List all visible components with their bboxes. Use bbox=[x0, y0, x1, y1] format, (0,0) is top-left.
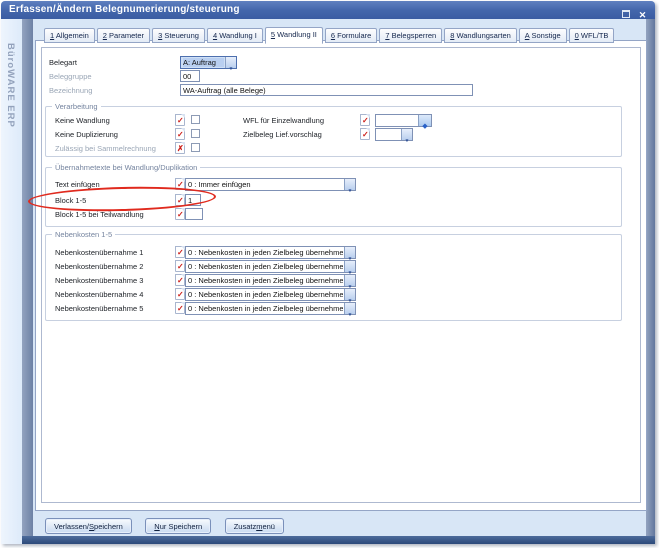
window-title: Erfassen/Ändern Belegnumerierung/steueru… bbox=[9, 4, 240, 15]
right-border-bar bbox=[646, 19, 655, 544]
wfl-einzelwandlung-spinner[interactable]: ◆ bbox=[375, 114, 432, 127]
tab-strip: 1 Allgemein2 Parameter3 Steuerung4 Wandl… bbox=[35, 25, 614, 41]
nebenkosten-1-flag-icon[interactable]: ✓ bbox=[175, 246, 185, 258]
nebenkosten-4-dropdown-button[interactable]: ▼ bbox=[344, 289, 355, 300]
text-einfuegen-select[interactable]: 0 : Immer einfügen ▼ bbox=[185, 178, 356, 191]
keine-duplizierung-label: Keine Duplizierung bbox=[55, 130, 118, 139]
sammelrechnung-flag-icon[interactable]: ✗ bbox=[175, 142, 185, 154]
zielbeleg-dropdown-button[interactable]: ▼ bbox=[401, 129, 412, 140]
keine-wandlung-checkbox[interactable] bbox=[191, 115, 200, 124]
zielbeleg-vorschlag-label: Zielbeleg Lief.vorschlag bbox=[243, 130, 322, 139]
block-1-5-flag-icon[interactable]: ✓ bbox=[175, 194, 185, 206]
keine-duplizierung-checkbox[interactable] bbox=[191, 129, 200, 138]
nebenkosten-2-dropdown-button[interactable]: ▼ bbox=[344, 261, 355, 272]
bottom-border-bar bbox=[22, 536, 655, 544]
tab-allgemein[interactable]: 1 Allgemein bbox=[44, 28, 95, 43]
tab-belegsperren[interactable]: 7 Belegsperren bbox=[379, 28, 442, 43]
restore-icon bbox=[622, 10, 630, 18]
nebenkosten-5-select[interactable]: 0 : Nebenkosten in jeden Zielbeleg übern… bbox=[185, 302, 356, 315]
nebenkosten-3-select[interactable]: 0 : Nebenkosten in jeden Zielbeleg übern… bbox=[185, 274, 356, 287]
app-window: Erfassen/Ändern Belegnumerierung/steueru… bbox=[1, 1, 655, 544]
tab-wfl-tb[interactable]: 0 WFL/TB bbox=[569, 28, 615, 43]
group-nebenkosten: Nebenkosten 1-5 Nebenkostenübernahme 1 ✓… bbox=[45, 234, 622, 321]
group-verarbeitung: Verarbeitung Keine Wandlung ✓ Keine Dupl… bbox=[45, 106, 622, 157]
tab-steuerung[interactable]: 3 Steuerung bbox=[152, 28, 205, 43]
spinner-icon: ◆ bbox=[422, 121, 427, 133]
tab-wandlungsarten[interactable]: 8 Wandlungsarten bbox=[444, 28, 517, 43]
belegart-value: A: Auftrag bbox=[183, 58, 224, 67]
block-1-5-label: Block 1-5 bbox=[55, 196, 86, 205]
restore-button[interactable] bbox=[620, 5, 631, 16]
zielbeleg-vorschlag-flag-icon[interactable]: ✓ bbox=[360, 128, 370, 140]
close-button[interactable]: ✕ bbox=[637, 5, 648, 16]
wfl-einzelwandlung-flag-icon[interactable]: ✓ bbox=[360, 114, 370, 126]
sammelrechnung-label: Zulässig bei Sammelrechnung bbox=[55, 144, 156, 153]
tab-sonstige[interactable]: A Sonstige bbox=[519, 28, 567, 43]
zielbeleg-vorschlag-select[interactable]: ▼ bbox=[375, 128, 413, 141]
nebenkosten-5-flag-icon[interactable]: ✓ bbox=[175, 302, 185, 314]
beleggruppe-label: Beleggruppe bbox=[49, 72, 92, 81]
footer-button-row: Verlassen/Speichern Nur Speichern Zusatz… bbox=[45, 516, 293, 534]
chevron-down-icon: ▼ bbox=[348, 187, 353, 197]
bezeichnung-input[interactable] bbox=[180, 84, 473, 96]
wfl-einzelwandlung-label: WFL für Einzelwandlung bbox=[243, 116, 324, 125]
block-1-5-teilwandlung-flag-icon[interactable]: ✓ bbox=[175, 208, 185, 220]
text-einfuegen-flag-icon[interactable]: ✓ bbox=[175, 178, 185, 190]
nur-speichern-button[interactable]: Nur Speichern bbox=[145, 518, 211, 534]
keine-wandlung-label: Keine Wandlung bbox=[55, 116, 110, 125]
belegart-select[interactable]: A: Auftrag ▼ bbox=[180, 56, 237, 69]
text-einfuegen-dropdown-button[interactable]: ▼ bbox=[344, 179, 355, 190]
verlassen-speichern-button[interactable]: Verlassen/Speichern bbox=[45, 518, 132, 534]
beleggruppe-input[interactable] bbox=[180, 70, 200, 82]
group-nebenkosten-title: Nebenkosten 1-5 bbox=[52, 230, 115, 239]
keine-wandlung-flag-icon[interactable]: ✓ bbox=[175, 114, 185, 126]
nebenkosten-3-label: Nebenkostenübernahme 3 bbox=[55, 276, 143, 285]
left-border-bar bbox=[22, 19, 33, 544]
group-verarbeitung-title: Verarbeitung bbox=[52, 102, 101, 111]
group-uebernahmetexte-title: Übernahmetexte bei Wandlung/Duplikation bbox=[52, 163, 200, 172]
nebenkosten-2-select[interactable]: 0 : Nebenkosten in jeden Zielbeleg übern… bbox=[185, 260, 356, 273]
zusatzmenu-button[interactable]: Zusatzmenü bbox=[225, 518, 284, 534]
nebenkosten-1-dropdown-button[interactable]: ▼ bbox=[344, 247, 355, 258]
nebenkosten-5-dropdown-button[interactable]: ▼ bbox=[344, 303, 355, 314]
tab-parameter[interactable]: 2 Parameter bbox=[97, 28, 150, 43]
keine-duplizierung-flag-icon[interactable]: ✓ bbox=[175, 128, 185, 140]
nebenkosten-4-flag-icon[interactable]: ✓ bbox=[175, 288, 185, 300]
belegart-dropdown-button[interactable]: ▼ bbox=[225, 57, 236, 68]
group-uebernahmetexte: Übernahmetexte bei Wandlung/Duplikation … bbox=[45, 167, 622, 227]
belegart-label: Belegart bbox=[49, 58, 77, 67]
nebenkosten-3-flag-icon[interactable]: ✓ bbox=[175, 274, 185, 286]
chevron-down-icon: ▼ bbox=[229, 65, 234, 75]
tab-wandlung-2[interactable]: 5 Wandlung II bbox=[265, 27, 323, 44]
block-1-5-teilwandlung-label: Block 1-5 bei Teilwandlung bbox=[55, 210, 144, 219]
block-1-5-teilwandlung-input[interactable] bbox=[185, 208, 203, 220]
nebenkosten-4-label: Nebenkostenübernahme 4 bbox=[55, 290, 143, 299]
chevron-down-icon: ▼ bbox=[405, 137, 410, 147]
titlebar: Erfassen/Ändern Belegnumerierung/steueru… bbox=[1, 1, 655, 19]
brand-vertical-label: BüroWARE ERP bbox=[5, 43, 16, 128]
chevron-down-icon: ▼ bbox=[348, 311, 353, 321]
nebenkosten-1-label: Nebenkostenübernahme 1 bbox=[55, 248, 143, 257]
wfl-spinner-button[interactable]: ◆ bbox=[418, 115, 431, 126]
nebenkosten-5-label: Nebenkostenübernahme 5 bbox=[55, 304, 143, 313]
nebenkosten-3-dropdown-button[interactable]: ▼ bbox=[344, 275, 355, 286]
tab-wandlung-1[interactable]: 4 Wandlung I bbox=[207, 28, 263, 43]
block-1-5-input[interactable] bbox=[185, 194, 201, 206]
nebenkosten-4-select[interactable]: 0 : Nebenkosten in jeden Zielbeleg übern… bbox=[185, 288, 356, 301]
tab-formulare[interactable]: 6 Formulare bbox=[325, 28, 377, 43]
bezeichnung-label: Bezeichnung bbox=[49, 86, 92, 95]
sammelrechnung-checkbox[interactable] bbox=[191, 143, 200, 152]
tab-page-wandlung-2: Belegart A: Auftrag ▼ Beleggruppe Bezeic… bbox=[35, 40, 647, 511]
nebenkosten-1-select[interactable]: 0 : Nebenkosten in jeden Zielbeleg übern… bbox=[185, 246, 356, 259]
nebenkosten-2-label: Nebenkostenübernahme 2 bbox=[55, 262, 143, 271]
nebenkosten-2-flag-icon[interactable]: ✓ bbox=[175, 260, 185, 272]
text-einfuegen-label: Text einfügen bbox=[55, 180, 100, 189]
